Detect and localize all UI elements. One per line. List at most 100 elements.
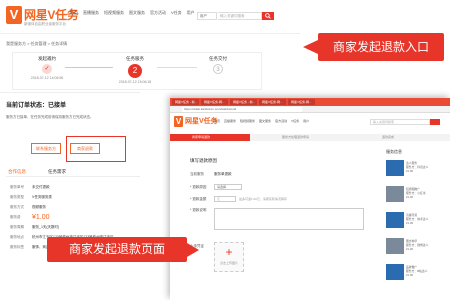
- callout-arrow: [303, 40, 318, 54]
- sidebar-item[interactable]: 短视频推广 服务方：小红书 ¥1.00: [386, 186, 446, 208]
- refund-progress: 商家申请退款 服务方处理退款申请 退款完成: [170, 134, 450, 141]
- info-row: 服务方式 视频服务: [10, 202, 160, 212]
- nav-item-video[interactable]: 短视频服务: [240, 119, 255, 123]
- nav-item-vtask[interactable]: V任务: [171, 10, 182, 16]
- form-row: * 退款金额 元 最多可退1.00元，请按实际情况填写: [190, 196, 287, 202]
- upload-image-button[interactable]: + 点击上传图片: [214, 242, 244, 272]
- logo-badge[interactable]: V: [6, 6, 22, 24]
- url-field[interactable]: https://vtask.kanbeiren.com/task/refund: [182, 107, 302, 112]
- browser-tab[interactable]: 网星V任务 - 新...: [230, 99, 257, 105]
- item-price: ¥1.00: [406, 169, 413, 173]
- nav-item-live[interactable]: 直播服务: [83, 10, 99, 16]
- nav-item-live[interactable]: 直播服务: [224, 119, 236, 123]
- browser-tab[interactable]: 网星V任务 - 新...: [172, 99, 199, 105]
- nav-item-article[interactable]: 图文服务: [259, 119, 271, 123]
- info-key: 服务类型: [10, 194, 24, 199]
- refund-page-window: 网星V任务 - 新... 网星V任务-网... 网星V任务 - 新... 网星V…: [170, 98, 450, 300]
- item-price: ¥1.00: [406, 221, 413, 225]
- step-time: 2018-07-12 14:06:56: [30, 76, 64, 80]
- info-row: 服务周期 服务_1天(天数时): [10, 222, 160, 232]
- info-key: 服务周期: [10, 224, 24, 229]
- service-sidebar: 服务信息 达人服务 服务方：抖音达人 ¥1.00 短视频推广 服务方：小红书 ¥1.00…: [384, 144, 446, 300]
- sidebar-item[interactable]: 达人服务 服务方：抖音达人 ¥1.00: [386, 160, 446, 182]
- refund-amount-hint: 最多可退1.00元，请按实际情况填写: [239, 197, 287, 201]
- thumbnail: [386, 212, 404, 228]
- browser-tab[interactable]: 网星V任务-网...: [259, 99, 286, 105]
- thumbnail: [386, 264, 404, 280]
- tab-cooperation[interactable]: 合作信息: [8, 169, 26, 175]
- info-value: V任务服务类: [32, 194, 52, 199]
- nav-item-vtask[interactable]: V任务: [291, 119, 299, 123]
- contact-provider-button[interactable]: 联系服务方: [31, 143, 61, 154]
- info-key: 服务方式: [10, 204, 24, 209]
- refund-reason-select[interactable]: 请选择: [214, 184, 242, 190]
- upload-label: 点击上传图片: [219, 261, 238, 265]
- progress-step: 退款完成: [382, 135, 395, 139]
- field-label: * 退款原因: [190, 184, 207, 189]
- step-title: 任务服务: [126, 56, 144, 61]
- nav-item-user[interactable]: 用户: [303, 119, 309, 123]
- step-initiate: 发起邀约 ✓ 2018-07-12 14:06:56: [17, 56, 77, 80]
- search-input[interactable]: 输入关键词搜索: [218, 12, 262, 20]
- search-type-select[interactable]: 用户: [197, 12, 217, 20]
- info-key: 服务标签: [10, 244, 24, 249]
- nav-item-home[interactable]: 首页: [214, 119, 220, 123]
- nav-item-article[interactable]: 图文服务: [129, 10, 145, 16]
- form-row: * 退款说明: [190, 208, 364, 230]
- info-key: 服务地点: [10, 234, 24, 239]
- form-title: 填写退款原因: [190, 158, 217, 163]
- order-steps: 发起邀约 ✓ 2018-07-12 14:06:56 任务服务 2 2018-0…: [12, 52, 262, 90]
- info-value: 视频服务: [32, 204, 46, 209]
- info-row: 服务费 ¥1.00: [10, 212, 160, 222]
- sidebar-item[interactable]: 直播带货 服务方：快手达人 ¥1.00: [386, 212, 446, 234]
- nav-item-home[interactable]: 首页: [70, 10, 78, 16]
- merchant-refund-button[interactable]: 商家退款: [70, 143, 100, 154]
- status-title: 当前订单状态：已接单: [6, 103, 67, 109]
- refund-amount-input[interactable]: 元: [214, 196, 236, 202]
- item-price: ¥1.00: [406, 195, 413, 199]
- form-row: 当前服务 服务单退款: [190, 172, 232, 177]
- progress-step: 服务方处理退款申请: [282, 135, 310, 139]
- callout-refund-entry: 商家发起退款入口: [318, 33, 444, 61]
- step-title: 发起邀约: [38, 56, 56, 61]
- callout-arrow: [187, 243, 199, 257]
- current-service-value: 服务单退款: [214, 172, 232, 176]
- info-key: 服务单号: [10, 184, 24, 189]
- thumbnail: [386, 160, 404, 176]
- step-service: 任务服务 2 2018-07-12 15:06:18: [105, 56, 165, 84]
- sidebar-item[interactable]: 图文种草 服务方：微博达人 ¥1.00: [386, 238, 446, 260]
- info-row: 服务类型 V任务服务类: [10, 192, 160, 202]
- thumbnail: [386, 186, 404, 202]
- address-bar: https://vtask.kanbeiren.com/task/refund: [170, 106, 450, 113]
- sidebar-item[interactable]: 品牌推广 服务方：B站达人 ¥1.00: [386, 264, 446, 286]
- main-nav: 首页 直播服务 短视频服务 图文服务 官方活动 V任务 用户: [70, 10, 195, 16]
- item-price: ¥1.00: [406, 247, 413, 251]
- step-deliver: 任务交付 3: [188, 56, 248, 76]
- refund-description-textarea[interactable]: [214, 208, 364, 230]
- breadcrumb: 我是服务方 > 任务管理 > 任务详情: [6, 41, 68, 46]
- logo-badge[interactable]: V: [174, 116, 183, 127]
- search-input[interactable]: 输入关键词搜索: [370, 119, 430, 125]
- browser-tab[interactable]: 网星V任务-网...: [288, 99, 315, 105]
- logo-tagline: 新媒体自由职业者服务平台: [24, 22, 66, 26]
- nav-item-events[interactable]: 官方活动: [275, 119, 287, 123]
- tab-requirements[interactable]: 任务需求: [48, 169, 66, 175]
- nav-item-events[interactable]: 官方活动: [150, 10, 166, 16]
- browser-tab[interactable]: 网星V任务-网...: [201, 99, 228, 105]
- logo-text[interactable]: 网星V任务: [185, 116, 218, 126]
- search-button[interactable]: [262, 12, 274, 20]
- nav-item-user[interactable]: 用户: [187, 10, 195, 16]
- nav-item-video[interactable]: 短视频服务: [104, 10, 124, 16]
- search-button[interactable]: [430, 119, 440, 125]
- main-nav: 首页 直播服务 短视频服务 图文服务 官方活动 V任务 用户: [214, 119, 309, 123]
- item-price: ¥1.00: [406, 273, 413, 277]
- thumbnail: [386, 238, 404, 254]
- service-fee: ¥1.00: [32, 213, 50, 221]
- step-number: 3: [213, 64, 223, 74]
- plus-icon: +: [225, 245, 233, 259]
- info-tabs: 合作信息 任务需求: [6, 167, 140, 177]
- progress-step: 商家申请退款: [192, 135, 211, 139]
- step-number: 2: [128, 64, 142, 78]
- refund-form: 填写退款原因 当前服务 服务单退款 * 退款原因 请选择 * 退款金额 元 最多…: [176, 144, 376, 300]
- check-icon: ✓: [42, 64, 52, 74]
